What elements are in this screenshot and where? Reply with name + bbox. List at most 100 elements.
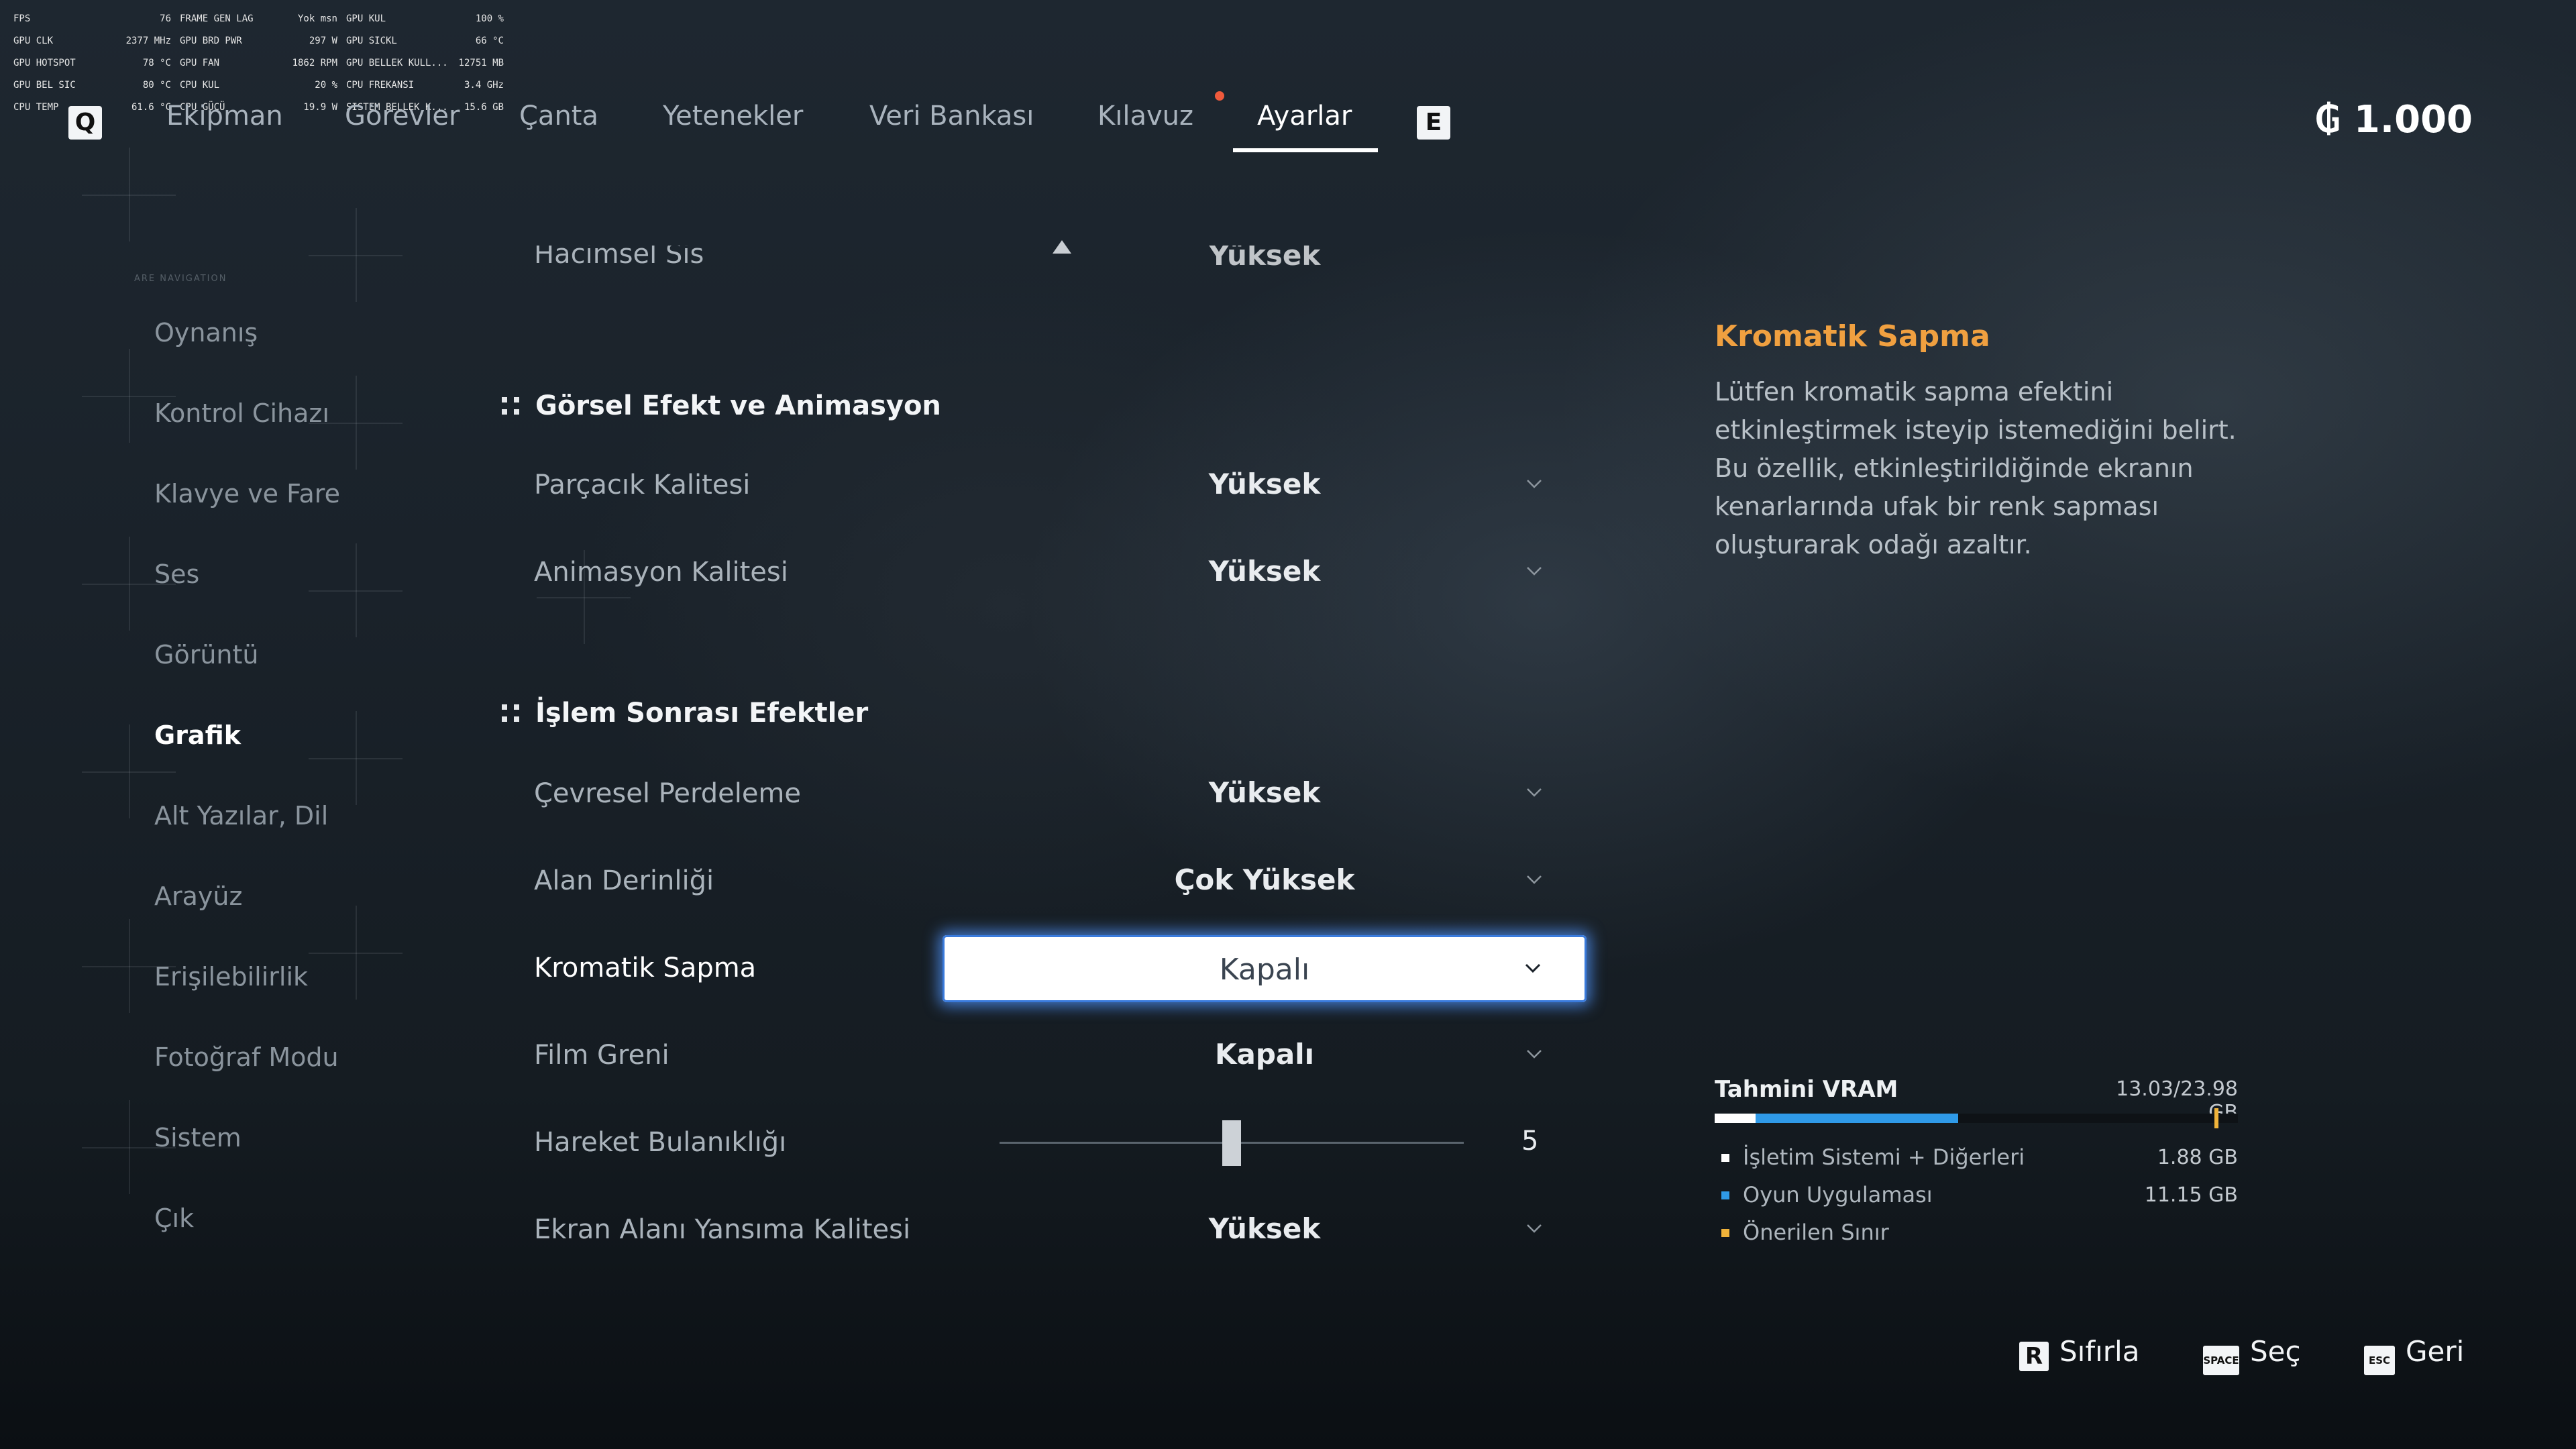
bg-cross-decor (82, 195, 176, 196)
chevron-down-icon[interactable] (1524, 1044, 1544, 1064)
sidebar-item-arayuz[interactable]: Arayüz (154, 881, 242, 911)
sidebar-item-alt-yazilar[interactable]: Alt Yazılar, Dil (154, 801, 328, 830)
next-tab-key-icon[interactable]: E (1417, 106, 1450, 140)
sidebar-item-erisilebilirlik[interactable]: Erişilebilirlik (154, 962, 308, 991)
perf-stat-label: CPU FREKANSI (346, 80, 415, 91)
chevron-down-icon[interactable] (1524, 561, 1544, 581)
setting-value-kromatik-sapma: Kapalı (1219, 953, 1310, 987)
performance-overlay: FPS 76 GPU CLK 2377 MHz GPU HOTSPOT 78 °C GPU … (13, 8, 504, 115)
setting-value-parcacik-kalitesi[interactable]: Yüksek (1006, 468, 1523, 500)
description-text: Lütfen kromatik sapma efektini etkinleşt… (1715, 377, 2237, 559)
setting-value-alan-derinligi[interactable]: Çok Yüksek (1006, 863, 1523, 896)
sidebar-item-ses[interactable]: Ses (154, 559, 199, 589)
sidebar-item-sistem[interactable]: Sistem (154, 1123, 241, 1152)
chevron-down-icon[interactable] (1524, 474, 1544, 494)
sidebar-item-grafik[interactable]: Grafik (154, 720, 241, 750)
sidebar-item-klavye-fare[interactable]: Klavye ve Fare (154, 479, 340, 508)
vram-usage-bar (1715, 1108, 2238, 1128)
setting-label-hacimsel-sis: Hacimsel Sis (534, 246, 704, 270)
tab-ekipman[interactable]: Ekipman (166, 101, 283, 141)
vram-value-game: 11.15 GB (2144, 1183, 2238, 1207)
bg-cross-decor (537, 597, 631, 598)
prev-tab-key-icon[interactable]: Q (68, 106, 102, 140)
setting-label-alan-derinligi: Alan Derinliği (534, 865, 714, 896)
perf-stat-label: FPS (13, 13, 31, 24)
section-dots-icon (502, 703, 522, 723)
setting-label-cevresel-perdeleme: Çevresel Perdeleme (534, 778, 802, 809)
perf-stat-value: 1862 RPM (292, 58, 337, 68)
perf-stat-value: 297 W (309, 36, 337, 46)
setting-label-animasyon-kalitesi: Animasyon Kalitesi (534, 557, 788, 588)
perf-stat-label: GPU SICKL (346, 36, 397, 46)
back-hint[interactable]: ESC Geri (2364, 1335, 2464, 1375)
tab-ayarlar[interactable]: Ayarlar (1257, 101, 1352, 141)
perf-stat-value: 2377 MHz (125, 36, 171, 46)
perf-stat-label: GPU KUL (346, 13, 386, 24)
vram-title: Tahmini VRAM (1715, 1076, 1898, 1103)
vram-value-os: 1.88 GB (2157, 1146, 2238, 1169)
motion-blur-slider-handle[interactable] (1222, 1120, 1241, 1166)
bg-cross-decor (309, 255, 402, 256)
perf-stat-label: GPU BRD PWR (180, 36, 242, 46)
perf-stat-row: CPU KUL 20 % (180, 74, 337, 97)
select-hint[interactable]: SPACE Seç (2203, 1335, 2301, 1375)
bg-cross-decor (309, 758, 402, 759)
setting-value-hacimsel-sis[interactable]: Yüksek (1006, 246, 1523, 279)
tab-veri-bankasi[interactable]: Veri Bankası (869, 101, 1034, 141)
setting-label-kromatik-sapma: Kromatik Sapma (534, 953, 757, 983)
setting-value-hareket-bulanikligi: 5 (1521, 1126, 1539, 1157)
perf-stat-value: 78 °C (142, 58, 171, 68)
vram-legend-limit: Önerilen Sınır (1721, 1220, 1889, 1245)
bg-cross-decor (309, 953, 402, 954)
perf-stat-value: 19.9 W (303, 102, 337, 113)
currency-display: ₲ 1.000 (2314, 98, 2473, 142)
perf-stat-row: GPU SICKL 66 °C (346, 30, 504, 52)
tab-canta[interactable]: Çanta (519, 101, 598, 141)
legend-square-icon (1721, 1191, 1729, 1199)
space-key-icon: SPACE (2203, 1346, 2239, 1375)
active-tab-underline (1233, 148, 1378, 152)
vram-legend-os: İşletim Sistemi + Diğerleri (1721, 1144, 2025, 1170)
perf-column-1: FPS 76 GPU CLK 2377 MHz GPU HOTSPOT 78 °C GPU … (13, 8, 171, 119)
setting-label-film-greni: Film Greni (534, 1040, 669, 1071)
perf-stat-label: FRAME GEN LAG (180, 13, 254, 24)
chevron-down-icon[interactable] (1524, 1218, 1544, 1238)
notification-dot (1215, 91, 1224, 101)
perf-stat-label: CPU TEMP (13, 102, 59, 113)
perf-stat-value: 3.4 GHz (464, 80, 504, 91)
perf-stat-label: GPU BELLEK KULL... (346, 58, 448, 68)
sidebar-item-fotograf-modu[interactable]: Fotoğraf Modu (154, 1042, 339, 1072)
sidebar-item-cik[interactable]: Çık (154, 1203, 194, 1233)
perf-stat-value: 76 (160, 13, 171, 24)
section-dots-icon (502, 396, 522, 416)
reset-hint[interactable]: R Sıfırla (2019, 1335, 2139, 1371)
kromatik-sapma-dropdown[interactable]: Kapalı (943, 935, 1587, 1002)
perf-stat-value: 66 °C (475, 36, 504, 46)
vram-bar-os-segment (1715, 1114, 1756, 1123)
perf-stat-row: GPU BEL SIC 80 °C (13, 74, 171, 97)
tab-gorevler[interactable]: Görevler (345, 101, 460, 141)
section-header-islem-sonrasi: İşlem Sonrası Efektler (502, 698, 868, 729)
chevron-down-icon[interactable] (1524, 869, 1544, 890)
perf-stat-label: GPU FAN (180, 58, 220, 68)
bg-cross-decor (82, 771, 176, 773)
chevron-down-icon[interactable] (1524, 782, 1544, 802)
tab-yetenekler[interactable]: Yetenekler (663, 101, 803, 141)
chevron-down-icon[interactable] (1523, 958, 1543, 978)
sidebar-item-goruntu[interactable]: Görüntü (154, 640, 258, 669)
r-key-icon: R (2019, 1342, 2049, 1371)
setting-value-film-greni[interactable]: Kapalı (1006, 1038, 1523, 1071)
setting-value-cevresel-perdeleme[interactable]: Yüksek (1006, 776, 1523, 809)
tab-kilavuz[interactable]: Kılavuz (1097, 101, 1193, 141)
setting-value-animasyon-kalitesi[interactable]: Yüksek (1006, 555, 1523, 588)
setting-label-hareket-bulanikligi: Hareket Bulanıklığı (534, 1127, 787, 1158)
perf-stat-value: 20 % (315, 80, 337, 91)
sidebar-item-kontrol-cihazi[interactable]: Kontrol Cihazı (154, 398, 329, 428)
sidebar-item-oynanis[interactable]: Oynanış (154, 318, 258, 347)
perf-stat-value: Yok msn (297, 13, 337, 24)
vram-limit-marker (2214, 1108, 2218, 1128)
perf-stat-value: 12751 MB (458, 58, 504, 68)
bg-cross-decor (82, 396, 176, 397)
setting-value-ekran-alani-yansima[interactable]: Yüksek (1006, 1212, 1523, 1245)
perf-stat-value: 100 % (475, 13, 504, 24)
